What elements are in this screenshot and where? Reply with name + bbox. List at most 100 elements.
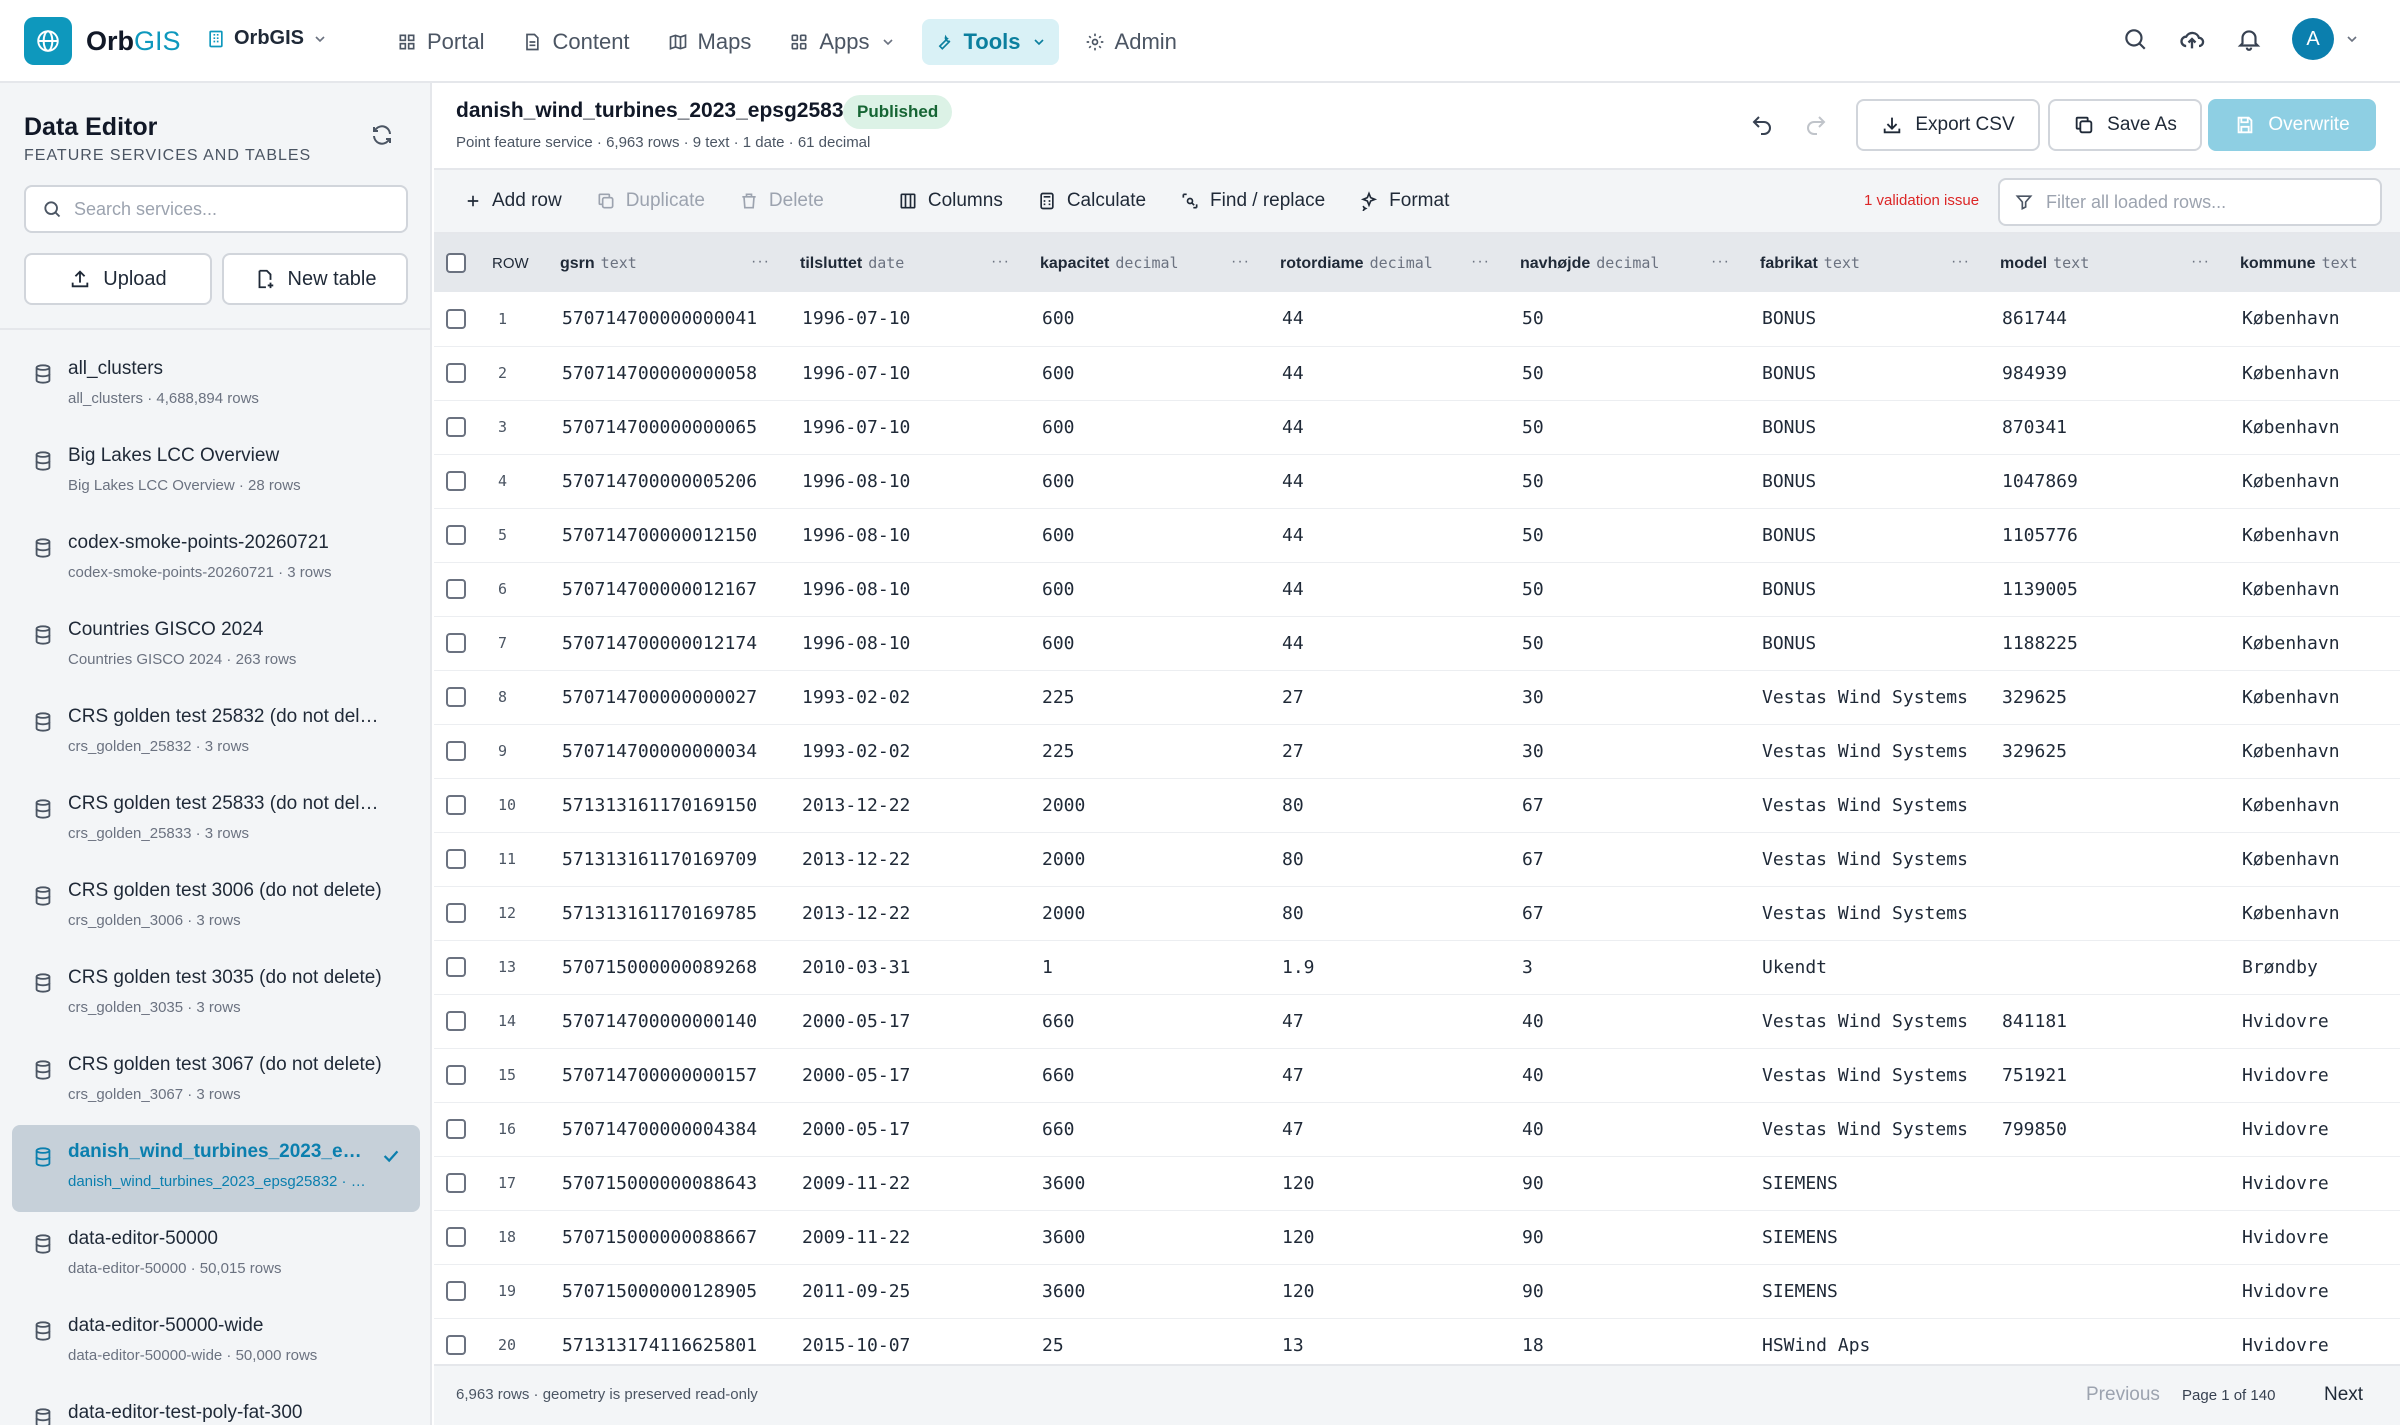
column-menu-icon[interactable]: ···: [1231, 253, 1250, 271]
table-cell[interactable]: Hvidovre: [2230, 1264, 2400, 1318]
row-checkbox[interactable]: [446, 525, 466, 545]
table-cell[interactable]: 660: [1030, 1102, 1270, 1156]
table-cell[interactable]: København: [2230, 292, 2400, 346]
table-cell[interactable]: 841181: [1990, 994, 2230, 1048]
table-cell[interactable]: Vestas Wind Systems: [1750, 778, 1990, 832]
table-cell[interactable]: 27: [1270, 724, 1510, 778]
table-cell[interactable]: 2013-12-22: [790, 778, 1030, 832]
row-checkbox[interactable]: [446, 471, 466, 491]
table-cell[interactable]: Hvidovre: [2230, 1156, 2400, 1210]
table-cell[interactable]: 44: [1270, 508, 1510, 562]
table-cell[interactable]: SIEMENS: [1750, 1156, 1990, 1210]
table-cell[interactable]: 570715000000088643: [550, 1156, 790, 1210]
service-item[interactable]: CRS golden test 25833 (do not delete) crs…: [12, 777, 420, 864]
table-cell[interactable]: 600: [1030, 508, 1270, 562]
find-replace-button[interactable]: Find / replace: [1180, 190, 1325, 212]
table-cell[interactable]: 225: [1030, 724, 1270, 778]
row-checkbox[interactable]: [446, 1119, 466, 1139]
service-item[interactable]: CRS golden test 25832 (do not delete) crs…: [12, 690, 420, 777]
next-page-button[interactable]: Next: [2324, 1384, 2363, 1406]
column-header[interactable]: rotordiame decimal ···: [1270, 234, 1510, 292]
redo-button[interactable]: [1804, 113, 1828, 137]
table-row[interactable]: 14 570714700000000140 2000-05-17 660 47 40 Ves…: [434, 994, 2400, 1048]
table-cell[interactable]: Hvidovre: [2230, 994, 2400, 1048]
table-cell[interactable]: Ukendt: [1750, 940, 1990, 994]
table-cell[interactable]: [1990, 832, 2230, 886]
table-cell[interactable]: [1990, 778, 2230, 832]
column-header[interactable]: gsrn text ···: [550, 234, 790, 292]
export-csv-button[interactable]: Export CSV: [1856, 99, 2040, 151]
table-cell[interactable]: 120: [1270, 1210, 1510, 1264]
table-cell[interactable]: 67: [1510, 832, 1750, 886]
table-cell[interactable]: 44: [1270, 292, 1510, 346]
table-cell[interactable]: København: [2230, 778, 2400, 832]
table-row[interactable]: 18 570715000000088667 2009-11-22 3600 120 90 S…: [434, 1210, 2400, 1264]
table-cell[interactable]: 3600: [1030, 1156, 1270, 1210]
row-checkbox[interactable]: [446, 363, 466, 383]
table-cell[interactable]: 570715000000128905: [550, 1264, 790, 1318]
table-cell[interactable]: København: [2230, 616, 2400, 670]
table-cell[interactable]: København: [2230, 400, 2400, 454]
table-cell[interactable]: Hvidovre: [2230, 1048, 2400, 1102]
table-cell[interactable]: SIEMENS: [1750, 1264, 1990, 1318]
table-cell[interactable]: [1990, 1156, 2230, 1210]
table-cell[interactable]: 570715000000088667: [550, 1210, 790, 1264]
table-cell[interactable]: 3600: [1030, 1264, 1270, 1318]
table-cell[interactable]: 329625: [1990, 670, 2230, 724]
table-cell[interactable]: 1996-08-10: [790, 454, 1030, 508]
table-cell[interactable]: 571313174116625801: [550, 1318, 790, 1364]
undo-button[interactable]: [1750, 113, 1774, 137]
table-cell[interactable]: København: [2230, 508, 2400, 562]
table-cell[interactable]: HSWind Aps: [1750, 1318, 1990, 1364]
row-checkbox[interactable]: [446, 957, 466, 977]
upload-button[interactable]: Upload: [24, 253, 212, 305]
table-cell[interactable]: 2011-09-25: [790, 1264, 1030, 1318]
nav-portal[interactable]: Portal: [385, 19, 496, 65]
table-row[interactable]: 17 570715000000088643 2009-11-22 3600 120 90 S…: [434, 1156, 2400, 1210]
nav-tools[interactable]: Tools: [921, 19, 1059, 65]
table-cell[interactable]: 1996-07-10: [790, 400, 1030, 454]
table-cell[interactable]: 600: [1030, 562, 1270, 616]
table-row[interactable]: 16 570714700000004384 2000-05-17 660 47 40 Ves…: [434, 1102, 2400, 1156]
table-cell[interactable]: [1990, 1318, 2230, 1364]
column-menu-icon[interactable]: ···: [2191, 253, 2210, 271]
table-row[interactable]: 2 570714700000000058 1996-07-10 600 44 50 BONU…: [434, 346, 2400, 400]
table-cell[interactable]: [1990, 940, 2230, 994]
table-cell[interactable]: BONUS: [1750, 292, 1990, 346]
table-cell[interactable]: 570714700000000140: [550, 994, 790, 1048]
row-checkbox[interactable]: [446, 795, 466, 815]
table-cell[interactable]: 30: [1510, 670, 1750, 724]
table-cell[interactable]: 2000: [1030, 886, 1270, 940]
table-cell[interactable]: 44: [1270, 346, 1510, 400]
service-item[interactable]: danish_wind_turbines_2023_epsg25832danis…: [12, 1125, 420, 1212]
table-row[interactable]: 20 571313174116625801 2015-10-07 25 13 18 HSWi…: [434, 1318, 2400, 1364]
table-cell[interactable]: 50: [1510, 346, 1750, 400]
table-cell[interactable]: 751921: [1990, 1048, 2230, 1102]
row-checkbox[interactable]: [446, 308, 466, 329]
table-cell[interactable]: 50: [1510, 562, 1750, 616]
column-header[interactable]: navhøjde decimal ···: [1510, 234, 1750, 292]
table-cell[interactable]: 660: [1030, 1048, 1270, 1102]
table-cell[interactable]: 18: [1510, 1318, 1750, 1364]
table-cell[interactable]: 1993-02-02: [790, 670, 1030, 724]
validation-issue-link[interactable]: 1 validation issue: [1864, 192, 1979, 209]
column-header[interactable]: kommune text: [2230, 234, 2400, 292]
table-cell[interactable]: 50: [1510, 292, 1750, 346]
table-cell[interactable]: 44: [1270, 562, 1510, 616]
table-cell[interactable]: Hvidovre: [2230, 1102, 2400, 1156]
table-cell[interactable]: 44: [1270, 454, 1510, 508]
table-cell[interactable]: 1996-07-10: [790, 346, 1030, 400]
service-item[interactable]: Countries GISCO 2024 Countries GISCO 2024…: [12, 603, 420, 690]
service-search-input[interactable]: [74, 198, 394, 220]
table-cell[interactable]: 40: [1510, 1048, 1750, 1102]
table-cell[interactable]: 90: [1510, 1264, 1750, 1318]
table-cell[interactable]: 570714700000000065: [550, 400, 790, 454]
table-cell[interactable]: København: [2230, 562, 2400, 616]
table-cell[interactable]: [1990, 1210, 2230, 1264]
table-cell[interactable]: 50: [1510, 616, 1750, 670]
table-cell[interactable]: Brøndby: [2230, 940, 2400, 994]
row-filter-input[interactable]: [2046, 191, 2366, 213]
table-cell[interactable]: [1990, 886, 2230, 940]
table-cell[interactable]: BONUS: [1750, 616, 1990, 670]
table-cell[interactable]: 120: [1270, 1156, 1510, 1210]
